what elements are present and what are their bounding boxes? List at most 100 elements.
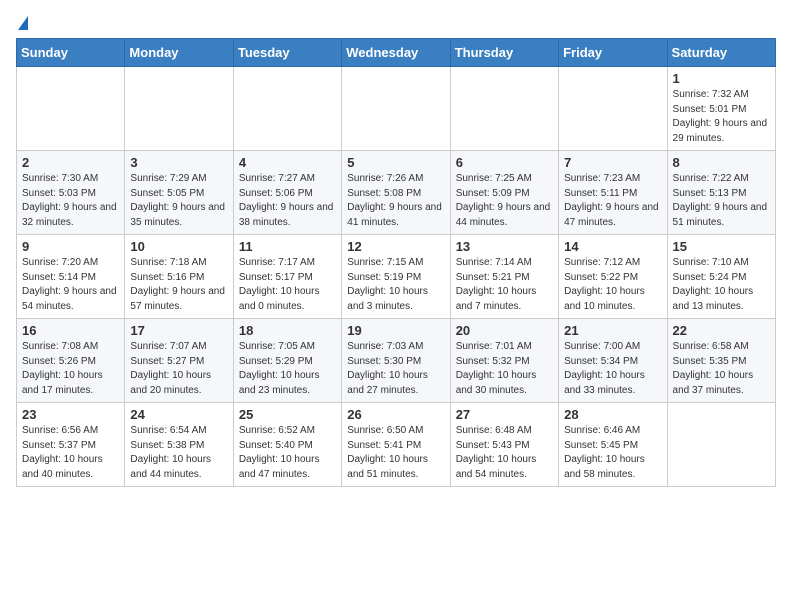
calendar-cell: 5 Sunrise: 7:26 AM Sunset: 5:08 PM Daylig… xyxy=(342,151,450,235)
day-info: Sunrise: 6:58 AM Sunset: 5:35 PM Dayligh… xyxy=(673,340,770,398)
day-info: Sunrise: 6:54 AM Sunset: 5:38 PM Dayligh… xyxy=(130,424,227,482)
calendar-cell xyxy=(450,67,558,151)
day-number: 15 xyxy=(673,239,770,254)
day-info: Sunrise: 7:01 AM Sunset: 5:32 PM Dayligh… xyxy=(456,340,553,398)
day-number: 1 xyxy=(673,71,770,86)
logo-triangle-icon xyxy=(18,16,28,30)
weekday-header-wednesday: Wednesday xyxy=(342,39,450,67)
day-info: Sunrise: 7:15 AM Sunset: 5:19 PM Dayligh… xyxy=(347,256,444,314)
calendar-week-row: 9 Sunrise: 7:20 AM Sunset: 5:14 PM Daylig… xyxy=(17,235,776,319)
calendar-cell: 6 Sunrise: 7:25 AM Sunset: 5:09 PM Daylig… xyxy=(450,151,558,235)
day-number: 6 xyxy=(456,155,553,170)
calendar-cell xyxy=(667,403,775,487)
weekday-header-thursday: Thursday xyxy=(450,39,558,67)
day-info: Sunrise: 7:17 AM Sunset: 5:17 PM Dayligh… xyxy=(239,256,336,314)
weekday-header-friday: Friday xyxy=(559,39,667,67)
calendar-cell xyxy=(17,67,125,151)
calendar-cell: 22 Sunrise: 6:58 AM Sunset: 5:35 PM Dayli… xyxy=(667,319,775,403)
calendar-cell: 17 Sunrise: 7:07 AM Sunset: 5:27 PM Dayli… xyxy=(125,319,233,403)
day-number: 19 xyxy=(347,323,444,338)
calendar-cell: 1 Sunrise: 7:32 AM Sunset: 5:01 PM Daylig… xyxy=(667,67,775,151)
day-number: 28 xyxy=(564,407,661,422)
day-info: Sunrise: 7:22 AM Sunset: 5:13 PM Dayligh… xyxy=(673,172,770,230)
calendar-table: SundayMondayTuesdayWednesdayThursdayFrid… xyxy=(16,38,776,487)
day-info: Sunrise: 7:25 AM Sunset: 5:09 PM Dayligh… xyxy=(456,172,553,230)
day-info: Sunrise: 7:03 AM Sunset: 5:30 PM Dayligh… xyxy=(347,340,444,398)
day-number: 18 xyxy=(239,323,336,338)
calendar-cell xyxy=(559,67,667,151)
calendar-cell: 12 Sunrise: 7:15 AM Sunset: 5:19 PM Dayli… xyxy=(342,235,450,319)
calendar-body: 1 Sunrise: 7:32 AM Sunset: 5:01 PM Daylig… xyxy=(17,67,776,487)
calendar-cell: 4 Sunrise: 7:27 AM Sunset: 5:06 PM Daylig… xyxy=(233,151,341,235)
day-number: 14 xyxy=(564,239,661,254)
calendar-cell: 3 Sunrise: 7:29 AM Sunset: 5:05 PM Daylig… xyxy=(125,151,233,235)
calendar-cell: 18 Sunrise: 7:05 AM Sunset: 5:29 PM Dayli… xyxy=(233,319,341,403)
day-info: Sunrise: 7:23 AM Sunset: 5:11 PM Dayligh… xyxy=(564,172,661,230)
weekday-header-monday: Monday xyxy=(125,39,233,67)
calendar-cell: 24 Sunrise: 6:54 AM Sunset: 5:38 PM Dayli… xyxy=(125,403,233,487)
day-info: Sunrise: 7:08 AM Sunset: 5:26 PM Dayligh… xyxy=(22,340,119,398)
calendar-cell: 16 Sunrise: 7:08 AM Sunset: 5:26 PM Dayli… xyxy=(17,319,125,403)
day-number: 22 xyxy=(673,323,770,338)
day-info: Sunrise: 7:10 AM Sunset: 5:24 PM Dayligh… xyxy=(673,256,770,314)
calendar-cell xyxy=(342,67,450,151)
weekday-header-sunday: Sunday xyxy=(17,39,125,67)
calendar-week-row: 1 Sunrise: 7:32 AM Sunset: 5:01 PM Daylig… xyxy=(17,67,776,151)
day-number: 27 xyxy=(456,407,553,422)
calendar-cell: 28 Sunrise: 6:46 AM Sunset: 5:45 PM Dayli… xyxy=(559,403,667,487)
calendar-week-row: 23 Sunrise: 6:56 AM Sunset: 5:37 PM Dayli… xyxy=(17,403,776,487)
calendar-cell: 7Sunrise: 7:23 AM Sunset: 5:11 PM Daylig… xyxy=(559,151,667,235)
calendar-cell: 21 Sunrise: 7:00 AM Sunset: 5:34 PM Dayli… xyxy=(559,319,667,403)
day-info: Sunrise: 6:46 AM Sunset: 5:45 PM Dayligh… xyxy=(564,424,661,482)
day-number: 24 xyxy=(130,407,227,422)
day-info: Sunrise: 7:07 AM Sunset: 5:27 PM Dayligh… xyxy=(130,340,227,398)
calendar-cell: 20 Sunrise: 7:01 AM Sunset: 5:32 PM Dayli… xyxy=(450,319,558,403)
day-number: 2 xyxy=(22,155,119,170)
calendar-week-row: 16 Sunrise: 7:08 AM Sunset: 5:26 PM Dayli… xyxy=(17,319,776,403)
day-number: 11 xyxy=(239,239,336,254)
calendar-cell xyxy=(125,67,233,151)
day-info: Sunrise: 7:30 AM Sunset: 5:03 PM Dayligh… xyxy=(22,172,119,230)
calendar-cell xyxy=(233,67,341,151)
day-number: 9 xyxy=(22,239,119,254)
day-number: 10 xyxy=(130,239,227,254)
calendar-cell: 19 Sunrise: 7:03 AM Sunset: 5:30 PM Dayli… xyxy=(342,319,450,403)
day-info: Sunrise: 6:48 AM Sunset: 5:43 PM Dayligh… xyxy=(456,424,553,482)
day-info: Sunrise: 7:26 AM Sunset: 5:08 PM Dayligh… xyxy=(347,172,444,230)
day-number: 21 xyxy=(564,323,661,338)
day-info: Sunrise: 6:50 AM Sunset: 5:41 PM Dayligh… xyxy=(347,424,444,482)
day-info: Sunrise: 7:27 AM Sunset: 5:06 PM Dayligh… xyxy=(239,172,336,230)
calendar-week-row: 2 Sunrise: 7:30 AM Sunset: 5:03 PM Daylig… xyxy=(17,151,776,235)
day-number: 12 xyxy=(347,239,444,254)
day-info: Sunrise: 7:05 AM Sunset: 5:29 PM Dayligh… xyxy=(239,340,336,398)
day-info: Sunrise: 7:32 AM Sunset: 5:01 PM Dayligh… xyxy=(673,88,770,146)
day-number: 26 xyxy=(347,407,444,422)
calendar-cell: 11 Sunrise: 7:17 AM Sunset: 5:17 PM Dayli… xyxy=(233,235,341,319)
day-number: 17 xyxy=(130,323,227,338)
day-number: 4 xyxy=(239,155,336,170)
calendar-cell: 10 Sunrise: 7:18 AM Sunset: 5:16 PM Dayli… xyxy=(125,235,233,319)
day-number: 23 xyxy=(22,407,119,422)
calendar-cell: 13Sunrise: 7:14 AM Sunset: 5:21 PM Dayli… xyxy=(450,235,558,319)
calendar-cell: 25 Sunrise: 6:52 AM Sunset: 5:40 PM Dayli… xyxy=(233,403,341,487)
calendar-cell: 23 Sunrise: 6:56 AM Sunset: 5:37 PM Dayli… xyxy=(17,403,125,487)
day-info: Sunrise: 6:56 AM Sunset: 5:37 PM Dayligh… xyxy=(22,424,119,482)
day-number: 20 xyxy=(456,323,553,338)
day-number: 8 xyxy=(673,155,770,170)
day-info: Sunrise: 7:00 AM Sunset: 5:34 PM Dayligh… xyxy=(564,340,661,398)
day-number: 25 xyxy=(239,407,336,422)
day-number: 5 xyxy=(347,155,444,170)
day-number: 16 xyxy=(22,323,119,338)
calendar-cell: 2 Sunrise: 7:30 AM Sunset: 5:03 PM Daylig… xyxy=(17,151,125,235)
calendar-cell: 8 Sunrise: 7:22 AM Sunset: 5:13 PM Daylig… xyxy=(667,151,775,235)
calendar-cell: 15 Sunrise: 7:10 AM Sunset: 5:24 PM Dayli… xyxy=(667,235,775,319)
weekday-header-saturday: Saturday xyxy=(667,39,775,67)
day-info: Sunrise: 6:52 AM Sunset: 5:40 PM Dayligh… xyxy=(239,424,336,482)
calendar-cell: 9 Sunrise: 7:20 AM Sunset: 5:14 PM Daylig… xyxy=(17,235,125,319)
day-number: 3 xyxy=(130,155,227,170)
day-info: Sunrise: 7:18 AM Sunset: 5:16 PM Dayligh… xyxy=(130,256,227,314)
logo xyxy=(16,16,28,30)
day-info: Sunrise: 7:29 AM Sunset: 5:05 PM Dayligh… xyxy=(130,172,227,230)
day-number: 13 xyxy=(456,239,553,254)
day-info: Sunrise: 7:20 AM Sunset: 5:14 PM Dayligh… xyxy=(22,256,119,314)
